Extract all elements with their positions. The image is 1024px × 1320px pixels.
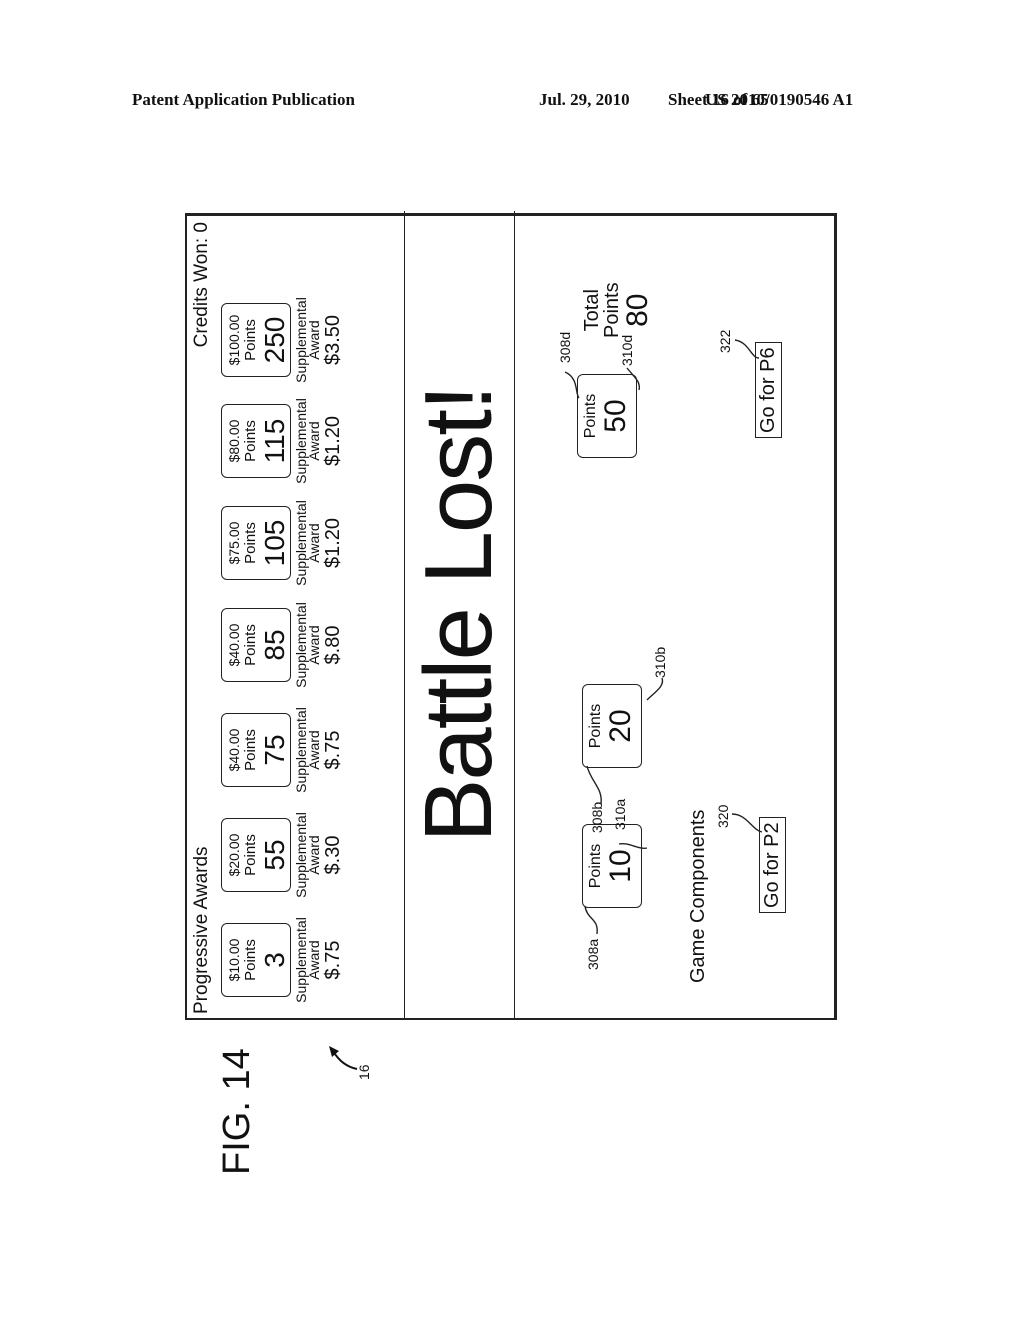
- award-points: 250: [259, 316, 290, 364]
- award-amount: $80.00: [226, 419, 242, 463]
- figure-label: FIG. 14: [216, 1048, 258, 1175]
- award-box: $100.00 Points 250: [221, 303, 291, 377]
- award-points: 75: [259, 734, 290, 766]
- component-points-label: Points: [587, 703, 604, 749]
- progressive-award: $100.00 Points 250 Supplemental Award $3.…: [221, 290, 345, 390]
- award-box: $10.00 Points 3: [221, 923, 291, 997]
- publication-date: Jul. 29, 2010: [539, 90, 630, 109]
- supplemental-value: $.80: [322, 625, 344, 665]
- award-box: $80.00 Points 115: [221, 404, 291, 478]
- component-points-value: 20: [604, 709, 637, 743]
- award-amount: $20.00: [226, 833, 242, 877]
- award-amount: $10.00: [226, 938, 242, 982]
- total-label: Total: [581, 289, 603, 332]
- component-points-value: 10: [604, 849, 637, 883]
- component-points-label: Points: [582, 393, 599, 439]
- award-points-label: Points: [242, 522, 259, 564]
- progressive-award: $75.00 Points 105 Supplemental Award $1.2…: [221, 493, 345, 593]
- go-for-p2-button[interactable]: Go for P2: [759, 817, 786, 913]
- device-reference-number: 16: [356, 1064, 372, 1080]
- progressive-awards-title: Progressive Awards: [191, 846, 212, 1014]
- award-box: $40.00 Points 75: [221, 713, 291, 787]
- battle-result-message: Battle Lost!: [405, 386, 512, 843]
- patent-number: US 2010/0190546 A1: [705, 90, 854, 109]
- supplemental-value: $.75: [322, 940, 344, 980]
- total-points: Total Points 80: [581, 282, 654, 338]
- supplemental-label: Supplemental Award: [293, 917, 322, 1003]
- progressive-award: $40.00 Points 85 Supplemental Award $.80: [221, 595, 345, 695]
- component-points-value: 50: [599, 399, 632, 433]
- ref-320: 320: [715, 804, 731, 828]
- progressive-award: $40.00 Points 75 Supplemental Award $.75: [221, 700, 345, 800]
- ref-308d: 308d: [557, 331, 573, 363]
- supplemental-value: $.30: [322, 835, 344, 875]
- progressive-award: $20.00 Points 55 Supplemental Award $.30: [221, 805, 345, 905]
- supplemental-label: Supplemental Award: [293, 602, 322, 688]
- game-component-b[interactable]: Points 20: [582, 684, 642, 768]
- ref-310d: 310d: [619, 334, 635, 366]
- award-amount: $75.00: [226, 521, 242, 565]
- award-points-label: Points: [242, 420, 259, 462]
- divider-bottom: [514, 211, 515, 1018]
- award-points: 115: [259, 418, 290, 464]
- total-points-value: 80: [621, 293, 654, 327]
- award-points-label: Points: [242, 624, 259, 666]
- credits-won: Credits Won: 0: [191, 222, 212, 348]
- leader-308a: [584, 905, 598, 935]
- award-points: 105: [259, 519, 290, 567]
- component-points-label: Points: [587, 843, 604, 889]
- award-points-label: Points: [242, 834, 259, 876]
- award-amount: $40.00: [226, 623, 242, 667]
- ref-322: 322: [717, 329, 733, 353]
- supplemental-value: $.75: [322, 730, 344, 770]
- game-screen: Progressive Awards Credits Won: 0 $10.00…: [185, 211, 837, 1020]
- award-box: $40.00 Points 85: [221, 608, 291, 682]
- award-amount: $100.00: [226, 314, 242, 366]
- ref-308a: 308a: [585, 938, 601, 970]
- supplemental-label: Supplemental Award: [293, 812, 322, 898]
- game-components-title: Game Components: [687, 809, 709, 983]
- supplemental-value: $1.20: [322, 517, 344, 569]
- award-amount: $40.00: [226, 728, 242, 772]
- supplemental-value: $3.50: [322, 314, 344, 366]
- award-box: $20.00 Points 55: [221, 818, 291, 892]
- leader-308b: [586, 765, 602, 805]
- award-box: $75.00 Points 105: [221, 506, 291, 580]
- supplemental-label: Supplemental Award: [293, 707, 322, 793]
- total-points-label: Points: [601, 282, 623, 338]
- award-points: 55: [259, 839, 290, 871]
- progressive-award: $10.00 Points 3 Supplemental Award $.75: [221, 910, 345, 1010]
- publication-label: Patent Application Publication: [132, 90, 355, 109]
- award-points-label: Points: [242, 319, 259, 361]
- ref-310a: 310a: [612, 798, 628, 830]
- game-component-d[interactable]: Points 50: [577, 374, 637, 458]
- ref-310b: 310b: [652, 646, 668, 678]
- award-points: 85: [259, 629, 290, 661]
- award-points: 3: [259, 952, 290, 968]
- supplemental-label: Supplemental Award: [293, 297, 322, 383]
- supplemental-label: Supplemental Award: [293, 398, 322, 484]
- supplemental-value: $1.20: [322, 415, 344, 467]
- supplemental-label: Supplemental Award: [293, 500, 322, 586]
- game-component-a[interactable]: Points 10: [582, 824, 642, 908]
- leader-310b: [646, 677, 664, 701]
- leader-320: [731, 813, 763, 833]
- go-for-p6-button[interactable]: Go for P6: [755, 342, 782, 438]
- award-points-label: Points: [242, 729, 259, 771]
- award-points-label: Points: [242, 939, 259, 981]
- game-display-figure: Progressive Awards Credits Won: 0 $10.00…: [185, 211, 837, 1020]
- progressive-award: $80.00 Points 115 Supplemental Award $1.2…: [221, 391, 345, 491]
- ref-308b: 308b: [589, 801, 605, 833]
